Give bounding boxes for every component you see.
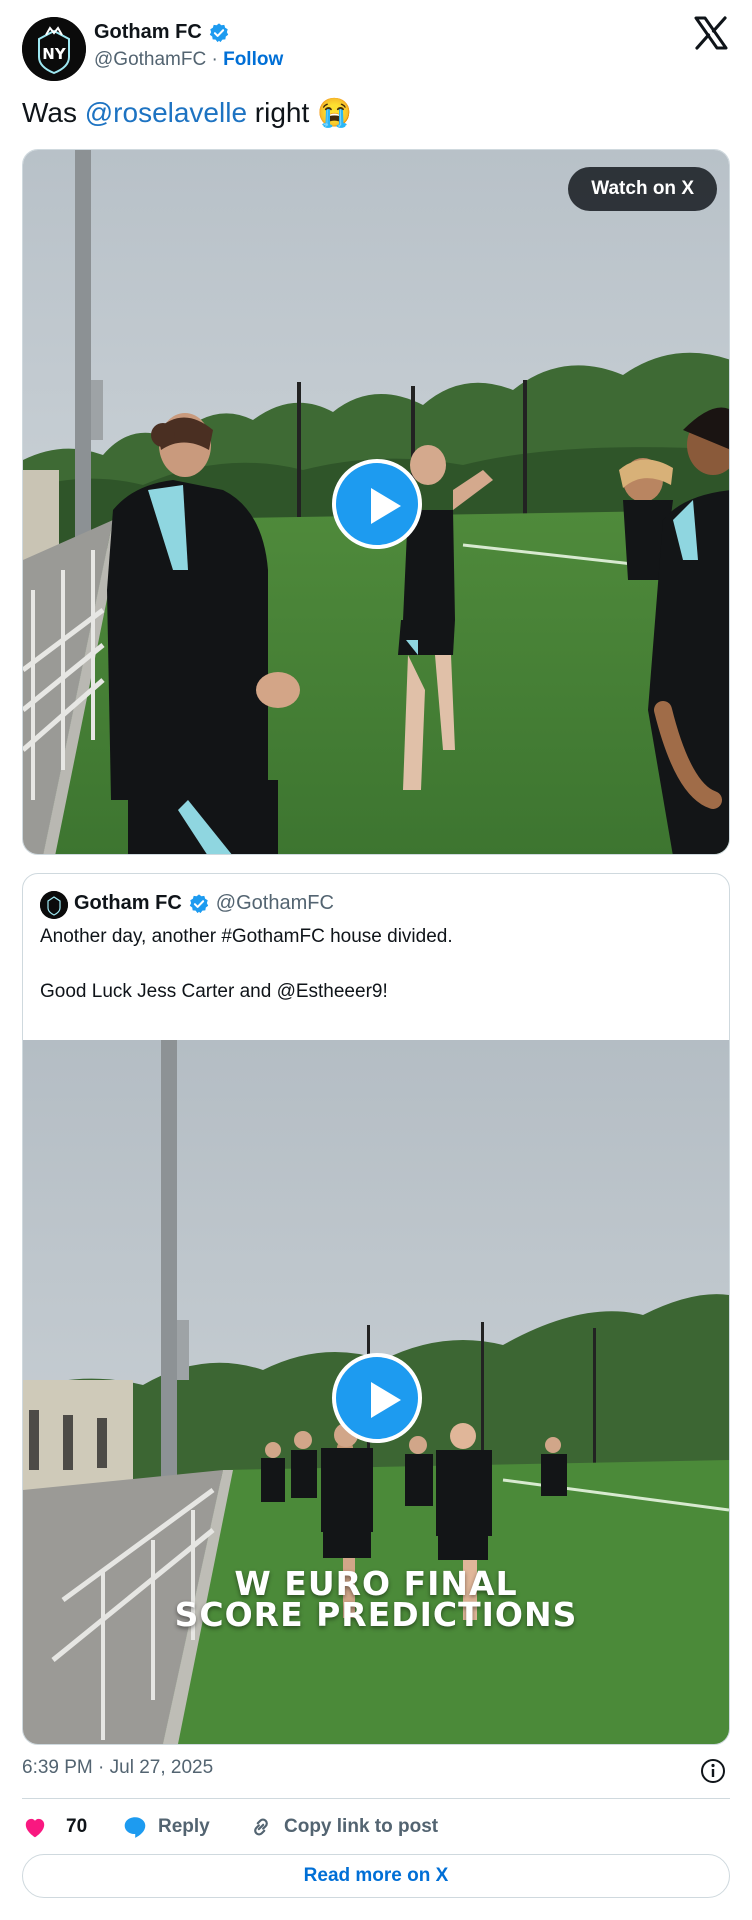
reply-label: Reply: [158, 1816, 210, 1837]
verified-badge-icon: [209, 22, 228, 42]
quoted-author-avatar[interactable]: [40, 891, 68, 919]
author-handle-row: @GothamFC · Follow: [94, 49, 283, 71]
mention-link[interactable]: @roselavelle: [85, 97, 247, 128]
quoted-video-player[interactable]: W EURO FINAL SCORE PREDICTIONS: [23, 1040, 729, 1744]
post-text: Was @roselavelle right 😭: [22, 96, 352, 129]
author-name-row[interactable]: Gotham FC: [94, 21, 230, 44]
reply-bubble-icon: [124, 1817, 146, 1838]
embedded-post: NY Gotham FC @GothamFC · Follow Was @ros…: [0, 0, 752, 1920]
quoted-text-line-2: Good Luck Jess Carter and @Estheeer9!: [40, 981, 388, 1002]
author-name[interactable]: Gotham FC: [94, 21, 202, 44]
watch-on-x-button[interactable]: Watch on X: [568, 167, 717, 211]
play-button-icon[interactable]: [332, 459, 422, 549]
link-icon: [254, 1818, 268, 1836]
reply-button[interactable]: Reply: [122, 1811, 210, 1843]
quoted-post[interactable]: Gotham FC @GothamFC Another day, another…: [22, 873, 730, 1745]
post-timestamp[interactable]: 6:39 PM · Jul 27, 2025: [22, 1757, 213, 1779]
avatar-logo-text: NY: [42, 45, 67, 63]
quoted-author-name[interactable]: Gotham FC: [74, 892, 182, 915]
post-text-prefix: Was: [22, 97, 85, 128]
quoted-author-handle: @GothamFC: [215, 892, 334, 914]
copy-link-button[interactable]: Copy link to post: [248, 1811, 438, 1843]
like-count: 70: [66, 1816, 88, 1837]
action-bar: 70 Reply Copy link to post: [22, 1811, 730, 1843]
read-more-button[interactable]: Read more on X: [22, 1854, 730, 1898]
quoted-author-row: Gotham FC @GothamFC: [74, 892, 334, 915]
overlay-title-line-2: SCORE PREDICTIONS: [174, 1595, 578, 1634]
info-icon[interactable]: [700, 1758, 726, 1784]
quoted-play-button-icon[interactable]: [332, 1353, 422, 1443]
like-button[interactable]: 70: [22, 1811, 87, 1843]
quoted-verified-badge-icon: [189, 893, 208, 913]
copy-link-label: Copy link to post: [284, 1816, 439, 1837]
handle-separator: ·: [211, 49, 218, 70]
crying-emoji: 😭: [317, 97, 352, 128]
video-player[interactable]: Watch on X: [22, 149, 730, 855]
quoted-text-line-1: Another day, another #GothamFC house div…: [40, 926, 453, 947]
heart-icon: [25, 1818, 45, 1838]
author-handle[interactable]: @GothamFC: [94, 49, 206, 70]
author-avatar[interactable]: NY: [22, 17, 86, 81]
footer-divider: [22, 1798, 730, 1799]
x-logo-icon[interactable]: [694, 16, 728, 50]
post-text-suffix: right: [247, 97, 310, 128]
follow-button[interactable]: Follow: [223, 49, 283, 70]
